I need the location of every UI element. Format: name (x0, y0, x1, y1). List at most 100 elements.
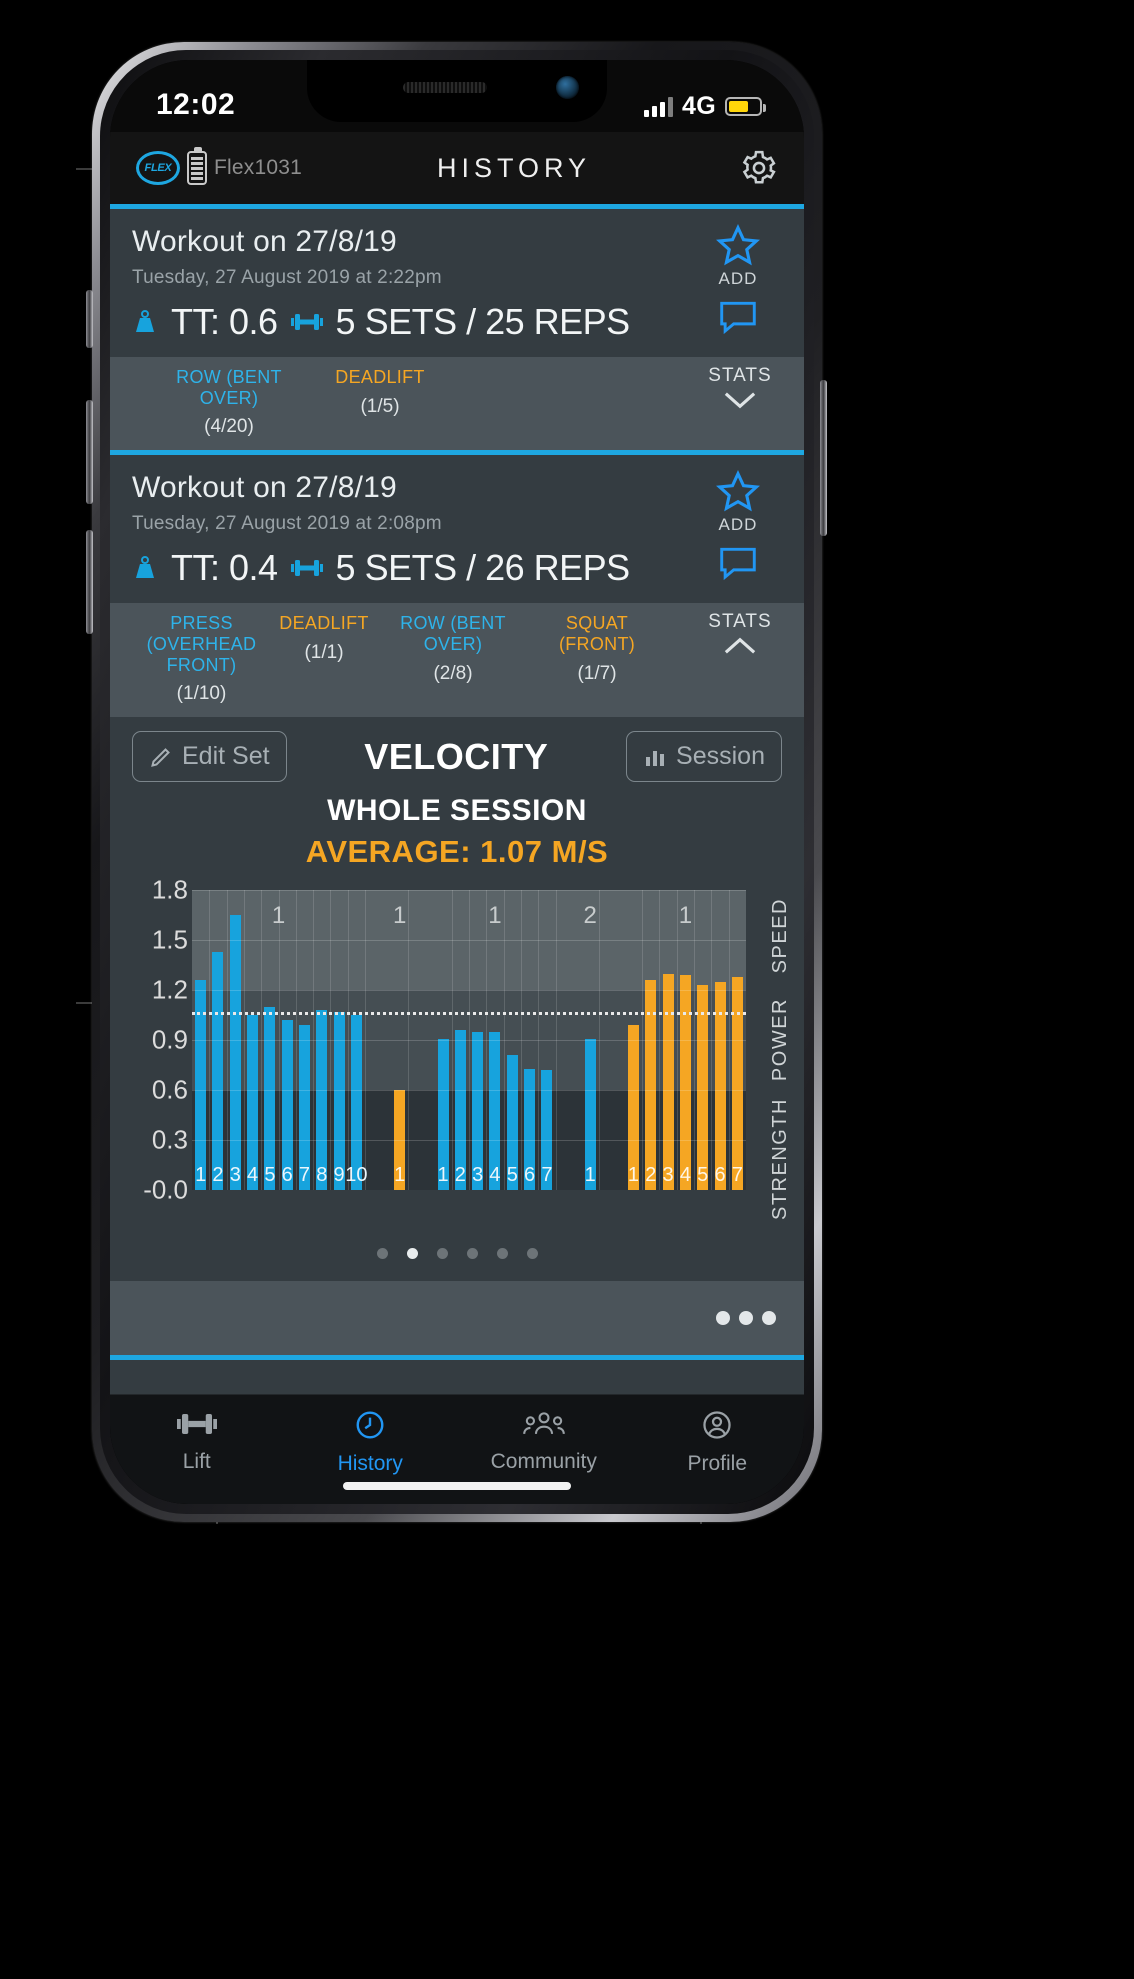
workout-card[interactable]: Workout on 27/8/19 Tuesday, 27 August 20… (110, 209, 804, 451)
person-circle-icon (703, 1411, 731, 1439)
chart-subtitle: WHOLE SESSION (327, 794, 587, 828)
exercise-item[interactable]: DEADLIFT (1/5) (320, 367, 440, 418)
stats-label: STATS (708, 611, 772, 633)
tab-community[interactable]: Community (457, 1409, 631, 1474)
weight-icon (136, 556, 154, 579)
exercise-summary-row[interactable]: PRESS (OVERHEAD FRONT) (1/10) DEADLIFT (… (110, 603, 804, 718)
exercise-name: PRESS (OVERHEAD FRONT) (146, 613, 257, 675)
stats-label: STATS (708, 365, 772, 386)
history-list[interactable]: Workout on 27/8/19 Tuesday, 27 August 20… (110, 204, 804, 1395)
more-icon[interactable] (716, 1311, 776, 1326)
chart-bar: 2 (455, 1030, 466, 1191)
exercise-item[interactable]: ROW (BENT OVER) (2/8) (379, 613, 527, 684)
workout-datetime: Tuesday, 27 August 2019 at 2:22pm (132, 267, 442, 288)
edit-set-button[interactable]: Edit Set (132, 731, 287, 783)
vertical-gridline (330, 890, 332, 1191)
exercise-name: ROW (BENT OVER) (176, 367, 282, 408)
tab-lift[interactable]: Lift (110, 1409, 284, 1474)
comment-icon[interactable] (717, 299, 759, 335)
device-battery-icon (187, 147, 207, 185)
comment-icon[interactable] (717, 545, 759, 581)
rep-label: 5 (697, 1164, 709, 1187)
star-icon[interactable] (715, 223, 761, 267)
workout-card[interactable]: Workout on 27/8/19 Tuesday, 27 August 20… (110, 455, 804, 718)
chart-bar: 7 (299, 1025, 310, 1191)
star-icon[interactable] (715, 469, 761, 513)
vertical-gridline (555, 890, 557, 1191)
y-tick-label: 0.3 (151, 1124, 188, 1155)
exercise-count: (1/7) (577, 662, 617, 684)
exercise-item[interactable]: SQUAT (FRONT) (1/7) (527, 613, 667, 684)
vertical-gridline (295, 890, 297, 1191)
exercise-name: ROW (BENT OVER) (400, 613, 506, 655)
battery-icon (725, 97, 766, 116)
tab-label: Profile (687, 1452, 748, 1475)
chart-bar: 8 (316, 1010, 327, 1191)
next-workout-card-partial[interactable] (110, 1360, 804, 1395)
page-dot[interactable] (496, 1248, 508, 1260)
rep-label: 5 (506, 1164, 518, 1187)
volume-up-button[interactable] (86, 400, 93, 504)
add-label: ADD (718, 515, 758, 535)
page-dot[interactable] (406, 1248, 418, 1260)
exercise-item[interactable]: DEADLIFT (1/1) (269, 613, 379, 664)
vertical-gridline (313, 890, 315, 1191)
stats-toggle-button[interactable]: STATS (694, 365, 786, 416)
set-label: 1 (488, 902, 502, 930)
page-dot[interactable] (526, 1248, 538, 1260)
workout-title: Workout on 27/8/19 (132, 225, 397, 258)
tab-profile[interactable]: Profile (631, 1409, 805, 1476)
vertical-gridline (365, 890, 367, 1191)
exercise-summary-row[interactable]: ROW (BENT OVER) (4/20) DEADLIFT (1/5) ST… (110, 357, 804, 451)
chart-bar: 4 (489, 1032, 501, 1191)
rep-label: 9 (333, 1164, 345, 1187)
mute-switch[interactable] (86, 290, 93, 348)
tab-history[interactable]: History (284, 1409, 458, 1476)
page-dot[interactable] (466, 1248, 478, 1260)
page-dot[interactable] (376, 1248, 388, 1260)
session-label: Session (676, 742, 765, 771)
velocity-bar-chart[interactable]: -0.0 0.3 0.6 0.9 1.2 1.5 1.8 1 2 3 4 5 6 7 8 9 10 1 1 2 3 4 5… (110, 875, 804, 1221)
vertical-gridline (209, 890, 211, 1191)
exercise-item[interactable]: ROW (BENT OVER) (4/20) (154, 367, 304, 438)
chart-bar: 10 (345, 1015, 368, 1191)
gear-icon[interactable] (740, 149, 778, 187)
chart-average-label: AVERAGE: 1.07 M/S (305, 834, 609, 870)
y-tick-label: 0.6 (151, 1074, 188, 1105)
rep-label: 2 (645, 1164, 657, 1187)
zone-label: POWER (769, 998, 791, 1082)
tab-label: Lift (182, 1450, 211, 1473)
rep-label: 3 (229, 1164, 241, 1187)
page-title: HISTORY (436, 152, 592, 183)
zone-label: SPEED (769, 898, 791, 974)
session-button[interactable]: Session (626, 731, 782, 783)
vertical-gridline (659, 890, 661, 1191)
chart-bar: 5 (506, 1055, 518, 1191)
sets-reps-value: 5 SETS / 25 REPS (335, 301, 631, 342)
rep-label: 3 (662, 1164, 674, 1187)
rep-label: 1 (394, 1164, 406, 1187)
exercise-item[interactable]: PRESS (OVERHEAD FRONT) (1/10) (134, 613, 269, 705)
rep-label: 6 (524, 1164, 536, 1187)
vertical-gridline (676, 890, 678, 1191)
vertical-gridline (503, 890, 505, 1191)
more-options-strip[interactable] (110, 1281, 804, 1356)
chart-bar: 5 (697, 985, 709, 1191)
page-dot[interactable] (436, 1248, 448, 1260)
chart-bar: 1 (437, 1038, 449, 1191)
set-label: 1 (271, 902, 286, 930)
stats-toggle-button[interactable]: STATS (694, 611, 786, 662)
vertical-gridline (451, 890, 453, 1191)
chart-bar: 2 (212, 952, 224, 1191)
power-button[interactable] (820, 380, 827, 536)
vertical-gridline (469, 890, 470, 1191)
device-status[interactable]: FLEX Flex1031 (136, 147, 302, 185)
bottom-tab-bar[interactable]: Lift History Community Profile (110, 1394, 804, 1504)
workout-datetime: Tuesday, 27 August 2019 at 2:08pm (132, 513, 442, 535)
chart-title: VELOCITY (364, 735, 549, 777)
vertical-gridline (243, 890, 245, 1191)
chart-plot-area: 1 2 3 4 5 6 7 8 9 10 1 1 2 3 4 5 6 7 1 1 2 3 4 5 6 7 11121 (192, 890, 746, 1191)
carousel-page-dots[interactable] (110, 1220, 804, 1281)
volume-down-button[interactable] (86, 530, 93, 634)
rep-label: 1 (627, 1164, 640, 1187)
